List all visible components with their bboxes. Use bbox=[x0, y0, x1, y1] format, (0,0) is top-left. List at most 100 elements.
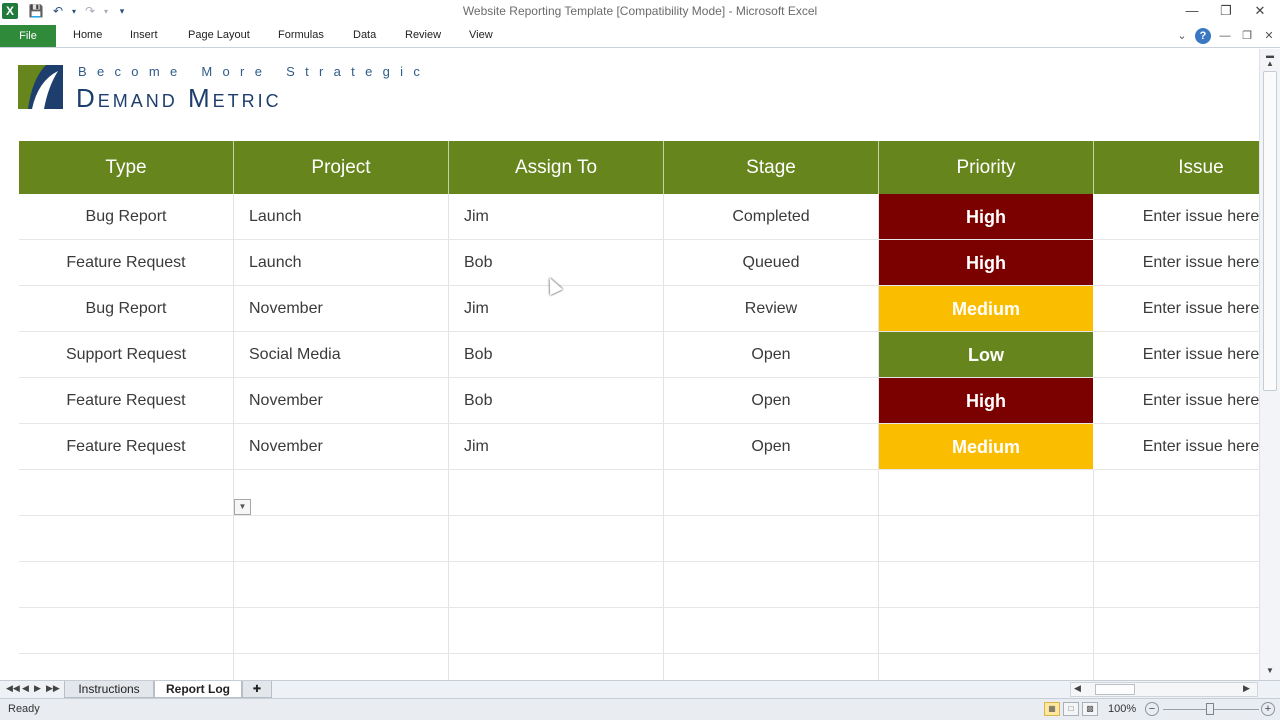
cell-stage[interactable]: Completed bbox=[664, 194, 879, 240]
cell-stage[interactable] bbox=[664, 516, 879, 562]
cell-type[interactable] bbox=[19, 654, 234, 680]
prev-sheet-icon[interactable]: ◀ bbox=[22, 683, 29, 694]
cell-assign-to[interactable] bbox=[449, 654, 664, 680]
workbook-minimize-icon[interactable]: — bbox=[1217, 28, 1233, 44]
cell-project[interactable]: November bbox=[234, 378, 449, 424]
cell-type[interactable]: Feature Request bbox=[19, 378, 234, 424]
cell-priority[interactable]: High bbox=[879, 378, 1094, 424]
vertical-scroll-thumb[interactable] bbox=[1263, 71, 1277, 391]
cell-stage[interactable] bbox=[664, 608, 879, 654]
cell-project[interactable]: Social Media bbox=[234, 332, 449, 378]
header-stage[interactable]: Stage bbox=[664, 141, 879, 194]
cell-issue[interactable] bbox=[1094, 562, 1259, 608]
header-assign-to[interactable]: Assign To bbox=[449, 141, 664, 194]
cell-type[interactable] bbox=[19, 608, 234, 654]
zoom-slider-knob[interactable] bbox=[1206, 703, 1214, 715]
scroll-left-icon[interactable]: ◀ bbox=[1074, 683, 1081, 694]
workbook-close-icon[interactable]: ✕ bbox=[1261, 28, 1277, 44]
cell-assign-to[interactable] bbox=[449, 608, 664, 654]
page-break-view-icon[interactable]: ▩ bbox=[1082, 702, 1098, 716]
cell-priority[interactable]: Low bbox=[879, 332, 1094, 378]
cell-assign-to[interactable] bbox=[449, 562, 664, 608]
tab-insert[interactable]: Insert bbox=[130, 29, 158, 41]
cell-type[interactable]: Feature Request bbox=[19, 240, 234, 286]
workbook-restore-icon[interactable]: ❐ bbox=[1239, 28, 1255, 44]
cell-priority[interactable] bbox=[879, 654, 1094, 680]
worksheet-area[interactable]: Become More Strategic Demand Metric Type… bbox=[0, 49, 1259, 680]
insert-worksheet-icon[interactable]: ✚ bbox=[242, 681, 272, 698]
cell-project[interactable] bbox=[234, 470, 449, 516]
cell-type[interactable]: Feature Request bbox=[19, 424, 234, 470]
horizontal-scrollbar[interactable]: ◀ ▶ bbox=[1070, 682, 1258, 697]
scroll-up-icon[interactable]: ▲ bbox=[1264, 59, 1276, 68]
cell-priority[interactable] bbox=[879, 470, 1094, 516]
cell-issue[interactable] bbox=[1094, 470, 1259, 516]
scroll-down-icon[interactable]: ▼ bbox=[1264, 666, 1276, 675]
cell-stage[interactable]: Open bbox=[664, 332, 879, 378]
cell-project[interactable]: November bbox=[234, 286, 449, 332]
cell-type[interactable] bbox=[19, 562, 234, 608]
cell-issue[interactable]: Enter issue here bbox=[1094, 194, 1259, 240]
horizontal-scroll-thumb[interactable] bbox=[1095, 684, 1135, 695]
cell-priority[interactable] bbox=[879, 608, 1094, 654]
cell-issue[interactable]: Enter issue here bbox=[1094, 240, 1259, 286]
cell-issue[interactable] bbox=[1094, 608, 1259, 654]
header-issue[interactable]: Issue bbox=[1094, 141, 1259, 194]
close-icon[interactable]: ✕ bbox=[1250, 2, 1270, 20]
cell-stage[interactable]: Open bbox=[664, 378, 879, 424]
cell-priority[interactable]: High bbox=[879, 240, 1094, 286]
cell-assign-to[interactable]: Jim bbox=[449, 424, 664, 470]
cell-assign-to[interactable] bbox=[449, 470, 664, 516]
vertical-scrollbar[interactable]: ▬ ▲ ▼ bbox=[1259, 49, 1280, 680]
cell-type[interactable]: Support Request bbox=[19, 332, 234, 378]
cell-project[interactable]: November bbox=[234, 424, 449, 470]
cell-project[interactable] bbox=[234, 562, 449, 608]
cell-type[interactable] bbox=[19, 470, 234, 516]
tab-file[interactable]: File bbox=[0, 25, 56, 47]
cell-priority[interactable]: Medium bbox=[879, 286, 1094, 332]
next-sheet-icon[interactable]: ▶ bbox=[34, 683, 41, 694]
last-sheet-icon[interactable]: ▶▶ bbox=[46, 683, 60, 694]
page-layout-view-icon[interactable]: □ bbox=[1063, 702, 1079, 716]
cell-priority[interactable] bbox=[879, 562, 1094, 608]
cell-issue[interactable] bbox=[1094, 516, 1259, 562]
tab-home[interactable]: Home bbox=[73, 29, 102, 41]
zoom-in-icon[interactable]: + bbox=[1261, 702, 1275, 716]
cell-assign-to[interactable]: Bob bbox=[449, 378, 664, 424]
sheet-tab-report-log[interactable]: Report Log bbox=[154, 681, 242, 698]
cell-project[interactable]: Launch bbox=[234, 240, 449, 286]
cell-priority[interactable] bbox=[879, 516, 1094, 562]
cell-stage[interactable] bbox=[664, 562, 879, 608]
tab-view[interactable]: View bbox=[469, 29, 493, 41]
cell-assign-to[interactable]: Jim bbox=[449, 286, 664, 332]
cell-issue[interactable]: Enter issue here bbox=[1094, 378, 1259, 424]
cell-project[interactable] bbox=[234, 608, 449, 654]
scroll-right-icon[interactable]: ▶ bbox=[1243, 683, 1250, 694]
cell-stage[interactable]: Review bbox=[664, 286, 879, 332]
cell-stage[interactable]: Queued bbox=[664, 240, 879, 286]
cell-stage[interactable] bbox=[664, 470, 879, 516]
tab-page-layout[interactable]: Page Layout bbox=[188, 29, 250, 41]
cell-issue[interactable]: Enter issue here bbox=[1094, 332, 1259, 378]
cell-priority[interactable]: Medium bbox=[879, 424, 1094, 470]
cell-issue[interactable]: Enter issue here bbox=[1094, 424, 1259, 470]
help-icon[interactable]: ? bbox=[1195, 28, 1211, 44]
header-type[interactable]: Type bbox=[19, 141, 234, 194]
header-project[interactable]: Project bbox=[234, 141, 449, 194]
cell-project[interactable]: Launch bbox=[234, 194, 449, 240]
tab-review[interactable]: Review bbox=[405, 29, 441, 41]
cell-project[interactable] bbox=[234, 516, 449, 562]
cell-stage[interactable] bbox=[664, 654, 879, 680]
cell-stage[interactable]: Open bbox=[664, 424, 879, 470]
tab-formulas[interactable]: Formulas bbox=[278, 29, 324, 41]
cell-type[interactable] bbox=[19, 516, 234, 562]
minimize-ribbon-icon[interactable]: ⌄ bbox=[1174, 28, 1190, 44]
header-priority[interactable]: Priority bbox=[879, 141, 1094, 194]
restore-icon[interactable]: ❐ bbox=[1216, 2, 1236, 20]
cell-issue[interactable] bbox=[1094, 654, 1259, 680]
zoom-level[interactable]: 100% bbox=[1108, 703, 1136, 715]
cell-type[interactable]: Bug Report bbox=[19, 286, 234, 332]
autofilter-dropdown-icon[interactable]: ▼ bbox=[234, 499, 251, 515]
cell-assign-to[interactable]: Bob bbox=[449, 332, 664, 378]
sheet-tab-instructions[interactable]: Instructions bbox=[64, 681, 154, 698]
